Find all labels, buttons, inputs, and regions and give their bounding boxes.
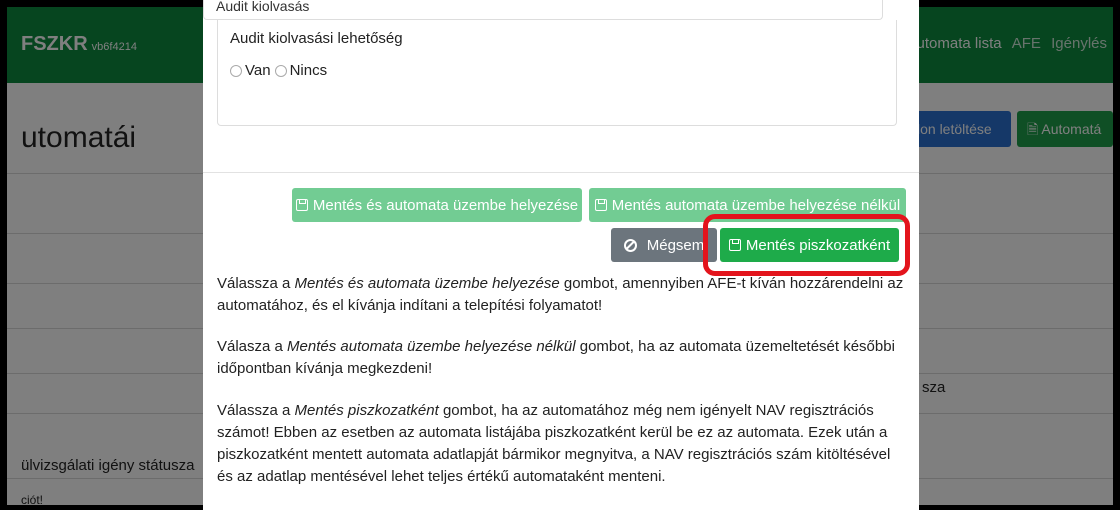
radio-van-label[interactable]: Van	[245, 62, 271, 79]
help-emphasis: Mentés és automata üzembe helyezése	[294, 275, 560, 292]
save-and-deploy-label: Mentés és automata üzembe helyezése	[312, 196, 579, 214]
cancel-button[interactable]: Mégsem	[611, 228, 717, 262]
help-paragraph-no-deploy: Válasza a Mentés automata üzembe helyezé…	[217, 336, 907, 380]
save-icon	[594, 199, 607, 211]
ban-icon	[623, 238, 637, 252]
save-icon	[295, 199, 308, 211]
help-emphasis: Mentés automata üzembe helyezése nélkül	[287, 338, 576, 355]
audit-form-card: Audit kiolvasási lehetőség Van Nincs	[217, 20, 897, 126]
modal-footer-divider	[203, 172, 919, 173]
save-and-deploy-button[interactable]: Mentés és automata üzembe helyezése	[292, 188, 582, 222]
help-paragraph-draft: Válassza a Mentés piszkozatként gombot, …	[217, 400, 907, 488]
audit-option-label: Audit kiolvasási lehetőség	[230, 30, 403, 47]
audit-reading-input[interactable]: Audit kiolvasás	[203, 0, 883, 20]
help-text: Válassza a	[217, 402, 295, 419]
cancel-label: Mégsem	[646, 236, 705, 254]
radio-nincs-label[interactable]: Nincs	[290, 62, 328, 79]
highlight-annotation	[703, 214, 910, 276]
help-text: Válasza a	[217, 338, 288, 355]
save-without-deploy-label: Mentés automata üzembe helyezése nélkül	[611, 196, 901, 214]
radio-van[interactable]	[230, 64, 242, 77]
radio-nincs[interactable]	[274, 64, 287, 77]
audit-radio-group: Van Nincs	[230, 62, 331, 79]
help-emphasis: Mentés piszkozatként	[294, 402, 439, 419]
help-paragraph-deploy: Válassza a Mentés és automata üzembe hel…	[217, 273, 907, 317]
help-text: Válassza a	[217, 275, 295, 292]
